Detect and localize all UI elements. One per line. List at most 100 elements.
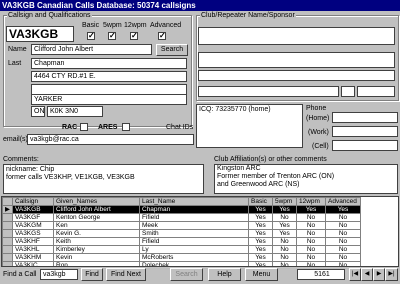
- column-header-given-names[interactable]: Given_Names: [53, 197, 140, 206]
- cell-5wpm[interactable]: No: [272, 253, 297, 262]
- cell-last-name[interactable]: Ly: [139, 245, 249, 254]
- cell-given-names[interactable]: Ron: [53, 261, 140, 266]
- cell-5wpm[interactable]: No: [272, 237, 297, 246]
- cell-advanced[interactable]: No: [325, 213, 361, 222]
- record-number-field[interactable]: 5161: [297, 269, 345, 280]
- row-selector[interactable]: [2, 229, 13, 238]
- nav-first-button[interactable]: |◀: [349, 268, 361, 281]
- row-selector[interactable]: [2, 261, 13, 266]
- nav-last-button[interactable]: ▶|: [385, 268, 398, 281]
- nav-prev-button[interactable]: ◀: [361, 268, 373, 281]
- table-row[interactable]: VA3KHL Kimberley Ly Yes No No No: [2, 245, 361, 254]
- cell-5wpm[interactable]: No: [272, 245, 297, 254]
- cell-5wpm[interactable]: No: [272, 213, 297, 222]
- rac-checkbox[interactable]: [80, 123, 88, 131]
- postal-code-field[interactable]: K0K 3N0: [47, 106, 103, 117]
- cell-advanced[interactable]: No: [325, 221, 361, 230]
- cell-given-names[interactable]: Kenton George: [53, 213, 140, 222]
- find-next-button[interactable]: Find Next: [106, 268, 146, 281]
- cell-callsign[interactable]: VA3KIC: [12, 261, 54, 266]
- row-selector[interactable]: [2, 245, 13, 254]
- cell-last-name[interactable]: Chapman: [139, 205, 249, 214]
- cell-callsign[interactable]: VA3KGS: [12, 229, 54, 238]
- cell-last-name[interactable]: Meek: [139, 221, 249, 230]
- menu-button[interactable]: Menu: [245, 268, 278, 281]
- table-row[interactable]: ▶ VA3KGB Clifford John Albert Chapman Yes Yes…: [2, 205, 361, 214]
- email-field[interactable]: va3kgb@rac.ca: [27, 134, 194, 145]
- ares-checkbox[interactable]: [122, 123, 130, 131]
- cell-basic[interactable]: Yes: [248, 229, 273, 238]
- cell-5wpm[interactable]: Yes: [272, 221, 297, 230]
- search-button-top[interactable]: Search: [156, 44, 188, 56]
- cell-given-names[interactable]: Kimberley: [53, 245, 140, 254]
- cell-12wpm[interactable]: No: [296, 229, 326, 238]
- cell-advanced[interactable]: No: [325, 253, 361, 262]
- table-row[interactable]: VA3KIC Ron Dolechek Yes No No No: [2, 261, 361, 266]
- cell-advanced[interactable]: No: [325, 229, 361, 238]
- cell-last-name[interactable]: Dolechek: [139, 261, 249, 266]
- cell-12wpm[interactable]: No: [296, 261, 326, 266]
- table-row[interactable]: VA3KHF Keith Fifield Yes No No No: [2, 237, 361, 246]
- cell-callsign[interactable]: VA3KGM: [12, 221, 54, 230]
- cell-12wpm[interactable]: No: [296, 221, 326, 230]
- current-row-arrow-icon[interactable]: ▶: [2, 205, 13, 214]
- row-selector[interactable]: [2, 221, 13, 230]
- cell-given-names[interactable]: Clifford John Albert: [53, 205, 140, 214]
- find-button[interactable]: Find: [81, 268, 103, 281]
- column-header-basic[interactable]: Basic: [248, 197, 273, 206]
- table-row[interactable]: VA3KGF Kenton George Fifield Yes No No No: [2, 213, 361, 222]
- cell-callsign[interactable]: VA3KGB: [12, 205, 54, 214]
- club-name-field-3[interactable]: [198, 70, 395, 81]
- cell-12wpm[interactable]: Yes: [296, 205, 326, 214]
- column-header-12wpm[interactable]: 12wpm: [296, 197, 326, 206]
- table-row[interactable]: VA3KHM Kevin McRoberts Yes No No No: [2, 253, 361, 262]
- table-row[interactable]: VA3KGS Kevin G. Smith Yes Yes No No: [2, 229, 361, 238]
- callsign-field[interactable]: VA3KGB: [6, 26, 74, 42]
- row-selector[interactable]: [2, 253, 13, 262]
- 12wpm-checkbox[interactable]: ✓: [130, 32, 138, 40]
- table-row[interactable]: VA3KGM Ken Meek Yes Yes No No: [2, 221, 361, 230]
- column-header-advanced[interactable]: Advanced: [325, 197, 361, 206]
- club-name-field-4[interactable]: [198, 86, 339, 97]
- cell-advanced[interactable]: Yes: [325, 205, 361, 214]
- phone-home-field[interactable]: [332, 112, 398, 123]
- cell-12wpm[interactable]: No: [296, 253, 326, 262]
- address-line1-field[interactable]: 4464 CTY RD.#1 E.: [31, 71, 187, 82]
- cell-advanced[interactable]: No: [325, 245, 361, 254]
- column-header-last-name[interactable]: Last_Name: [139, 197, 249, 206]
- cell-12wpm[interactable]: No: [296, 237, 326, 246]
- nav-next-button[interactable]: ▶: [373, 268, 385, 281]
- province-field[interactable]: ON: [31, 106, 45, 117]
- find-call-input[interactable]: va3kgb: [40, 269, 78, 280]
- cell-12wpm[interactable]: No: [296, 213, 326, 222]
- cell-given-names[interactable]: Kevin G.: [53, 229, 140, 238]
- club-postal-field[interactable]: [357, 86, 395, 97]
- cell-basic[interactable]: Yes: [248, 245, 273, 254]
- city-field[interactable]: YARKER: [31, 94, 187, 105]
- cell-basic[interactable]: Yes: [248, 261, 273, 266]
- cell-basic[interactable]: Yes: [248, 205, 273, 214]
- comments-field[interactable]: nickname: Chip former calls VE3KHP, VE1K…: [3, 164, 204, 194]
- cell-5wpm[interactable]: Yes: [272, 205, 297, 214]
- cell-5wpm[interactable]: No: [272, 261, 297, 266]
- cell-last-name[interactable]: Fifield: [139, 237, 249, 246]
- cell-callsign[interactable]: VA3KHL: [12, 245, 54, 254]
- cell-5wpm[interactable]: Yes: [272, 229, 297, 238]
- club-province-field[interactable]: [341, 86, 355, 97]
- cell-advanced[interactable]: No: [325, 261, 361, 266]
- advanced-checkbox[interactable]: ✓: [158, 32, 166, 40]
- affiliation-field[interactable]: Kingston ARC Former member of Trenton AR…: [214, 164, 398, 194]
- row-selector[interactable]: [2, 213, 13, 222]
- cell-basic[interactable]: Yes: [248, 221, 273, 230]
- first-name-field[interactable]: Clifford John Albert: [31, 44, 152, 55]
- cell-given-names[interactable]: Kevin: [53, 253, 140, 262]
- club-name-field-2[interactable]: [198, 52, 395, 68]
- help-button[interactable]: Help: [208, 268, 241, 281]
- cell-last-name[interactable]: Smith: [139, 229, 249, 238]
- 5wpm-checkbox[interactable]: ✓: [108, 32, 116, 40]
- cell-basic[interactable]: Yes: [248, 237, 273, 246]
- phone-work-field[interactable]: [332, 126, 398, 137]
- last-name-field[interactable]: Chapman: [31, 58, 187, 69]
- cell-given-names[interactable]: Ken: [53, 221, 140, 230]
- chat-ids-field[interactable]: ICQ: 73235770 (home): [196, 104, 303, 148]
